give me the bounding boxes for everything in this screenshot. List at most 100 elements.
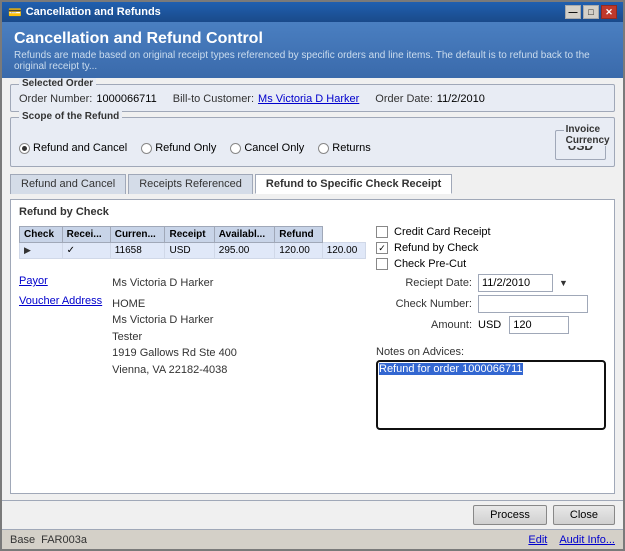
minimize-button[interactable]: — xyxy=(565,5,581,19)
receipt-date-input[interactable] xyxy=(478,274,553,292)
order-date-label: Order Date: xyxy=(375,93,432,105)
refund-by-check-checkbox-row: Refund by Check xyxy=(376,242,606,254)
credit-card-checkbox[interactable] xyxy=(376,226,388,238)
main-content: Selected Order Order Number: 1000066711 … xyxy=(2,78,623,500)
order-number-value: 1000066711 xyxy=(96,93,156,105)
notes-area: Notes on Advices: Refund for order 10000… xyxy=(376,346,606,430)
tab-main-area: Check Recei... Curren... Receipt Availab… xyxy=(19,226,606,430)
form-fields: Reciept Date: ▼ Check Number: Amount: US… xyxy=(382,274,606,334)
title-bar: 💳 Cancellation and Refunds — □ ✕ xyxy=(2,2,623,22)
notes-textarea[interactable]: Refund for order 1000066711 xyxy=(376,360,606,430)
row-refund: 120.00 xyxy=(322,243,365,259)
voucher-line-3: Tester xyxy=(112,329,237,346)
order-date-field: Order Date: 11/2/2010 xyxy=(375,93,485,105)
radio-returns-indicator xyxy=(318,143,329,154)
radio-returns[interactable]: Returns xyxy=(318,142,371,154)
check-number-row: Check Number: xyxy=(382,295,606,313)
receipt-date-label: Reciept Date: xyxy=(382,277,472,289)
status-left: Base FAR003a xyxy=(10,534,87,546)
radio-refund-cancel[interactable]: Refund and Cancel xyxy=(19,142,127,154)
radio-cancel-only[interactable]: Cancel Only xyxy=(230,142,304,154)
order-number-field: Order Number: 1000066711 xyxy=(19,93,157,105)
payor-voucher-area: Payor Voucher Address Ms Victoria D Hark… xyxy=(19,275,366,378)
row-currency: USD xyxy=(165,243,214,259)
payor-value: Ms Victoria D Harker xyxy=(112,275,237,292)
col-available: Availabl... xyxy=(214,227,274,243)
radio-refund-only-label: Refund Only xyxy=(155,142,216,154)
scope-options: Refund and Cancel Refund Only Cancel Onl… xyxy=(19,142,371,154)
order-date-value: 11/2/2010 xyxy=(437,93,485,105)
radio-refund-only[interactable]: Refund Only xyxy=(141,142,216,154)
bill-to-link[interactable]: Ms Victoria D Harker xyxy=(258,93,359,105)
receipt-date-row: Reciept Date: ▼ xyxy=(382,274,606,292)
col-check: Check xyxy=(20,227,63,243)
invoice-currency-box: Invoice Currency USD xyxy=(555,130,606,160)
check-pre-cut-checkbox-row: Check Pre-Cut xyxy=(376,258,606,270)
amount-input[interactable] xyxy=(509,316,569,334)
order-info-row: Order Number: 1000066711 Bill-to Custome… xyxy=(19,93,606,105)
invoice-currency-label: Invoice Currency xyxy=(564,124,612,146)
scope-label: Scope of the Refund xyxy=(19,111,122,122)
refund-by-check-checkbox[interactable] xyxy=(376,242,388,254)
radio-cancel-only-label: Cancel Only xyxy=(244,142,304,154)
page-subtitle: Refunds are made based on original recei… xyxy=(14,50,611,72)
base-value: FAR003a xyxy=(41,534,87,546)
col-receipt: Recei... xyxy=(62,227,110,243)
status-right: Edit Audit Info... xyxy=(528,534,615,546)
status-bar: Base FAR003a Edit Audit Info... xyxy=(2,529,623,549)
voucher-line-5: Vienna, VA 22182-4038 xyxy=(112,362,237,379)
radio-refund-cancel-label: Refund and Cancel xyxy=(33,142,127,154)
row-expand[interactable]: ▶ xyxy=(20,243,63,259)
col-refund: Refund xyxy=(275,227,322,243)
tab-refund-check[interactable]: Refund to Specific Check Receipt xyxy=(255,174,452,194)
row-receipt-amt: 295.00 xyxy=(214,243,274,259)
check-number-input[interactable] xyxy=(478,295,588,313)
close-window-button[interactable]: ✕ xyxy=(601,5,617,19)
main-window: 💳 Cancellation and Refunds — □ ✕ Cancell… xyxy=(0,0,625,551)
bottom-action-bar: Process Close xyxy=(2,500,623,529)
bill-to-label: Bill-to Customer: xyxy=(173,93,254,105)
payor-section: Payor Voucher Address xyxy=(19,275,102,378)
row-receipt-num: 11658 xyxy=(110,243,165,259)
voucher-line-1: HOME xyxy=(112,296,237,313)
edit-link[interactable]: Edit xyxy=(528,534,547,546)
table-row: ▶ ✓ 11658 USD 295.00 120.00 120.00 xyxy=(20,243,366,259)
header-section: Cancellation and Refund Control Refunds … xyxy=(2,22,623,78)
bill-to-field: Bill-to Customer: Ms Victoria D Harker xyxy=(173,93,360,105)
amount-currency: USD xyxy=(478,319,501,331)
title-bar-buttons: — □ ✕ xyxy=(565,5,617,19)
audit-info-link[interactable]: Audit Info... xyxy=(559,534,615,546)
credit-card-label: Credit Card Receipt xyxy=(394,226,491,238)
base-label: Base xyxy=(10,534,35,546)
col-receipt-amt: Receipt xyxy=(165,227,214,243)
payor-link[interactable]: Payor xyxy=(19,275,102,287)
maximize-button[interactable]: □ xyxy=(583,5,599,19)
selected-order-section: Selected Order Order Number: 1000066711 … xyxy=(10,84,615,112)
page-title: Cancellation and Refund Control xyxy=(14,30,611,48)
amount-row: Amount: USD xyxy=(382,316,606,334)
check-pre-cut-label: Check Pre-Cut xyxy=(394,258,466,270)
date-dropdown-arrow[interactable]: ▼ xyxy=(559,278,568,288)
radio-refund-cancel-indicator xyxy=(19,143,30,154)
address-values: Ms Victoria D Harker HOME Ms Victoria D … xyxy=(112,275,237,378)
voucher-line-2: Ms Victoria D Harker xyxy=(112,312,237,329)
radio-refund-only-indicator xyxy=(141,143,152,154)
selected-order-label: Selected Order xyxy=(19,78,96,89)
radio-cancel-only-indicator xyxy=(230,143,241,154)
col-currency: Curren... xyxy=(110,227,165,243)
tab-refund-cancel[interactable]: Refund and Cancel xyxy=(10,174,126,194)
row-available: 120.00 xyxy=(275,243,322,259)
close-button[interactable]: Close xyxy=(553,505,615,525)
process-button[interactable]: Process xyxy=(473,505,547,525)
scope-section: Scope of the Refund Refund and Cancel Re… xyxy=(10,117,615,167)
tab-receipts-referenced[interactable]: Receipts Referenced xyxy=(128,174,253,194)
check-number-label: Check Number: xyxy=(382,298,472,310)
voucher-address-link[interactable]: Voucher Address xyxy=(19,295,102,307)
right-panel: Credit Card Receipt Refund by Check Chec… xyxy=(376,226,606,430)
title-bar-title: 💳 Cancellation and Refunds xyxy=(8,6,161,19)
window-icon: 💳 xyxy=(8,6,22,19)
radio-returns-label: Returns xyxy=(332,142,371,154)
check-table: Check Recei... Curren... Receipt Availab… xyxy=(19,226,366,259)
check-pre-cut-checkbox[interactable] xyxy=(376,258,388,270)
tabs-row: Refund and Cancel Receipts Referenced Re… xyxy=(10,174,615,194)
